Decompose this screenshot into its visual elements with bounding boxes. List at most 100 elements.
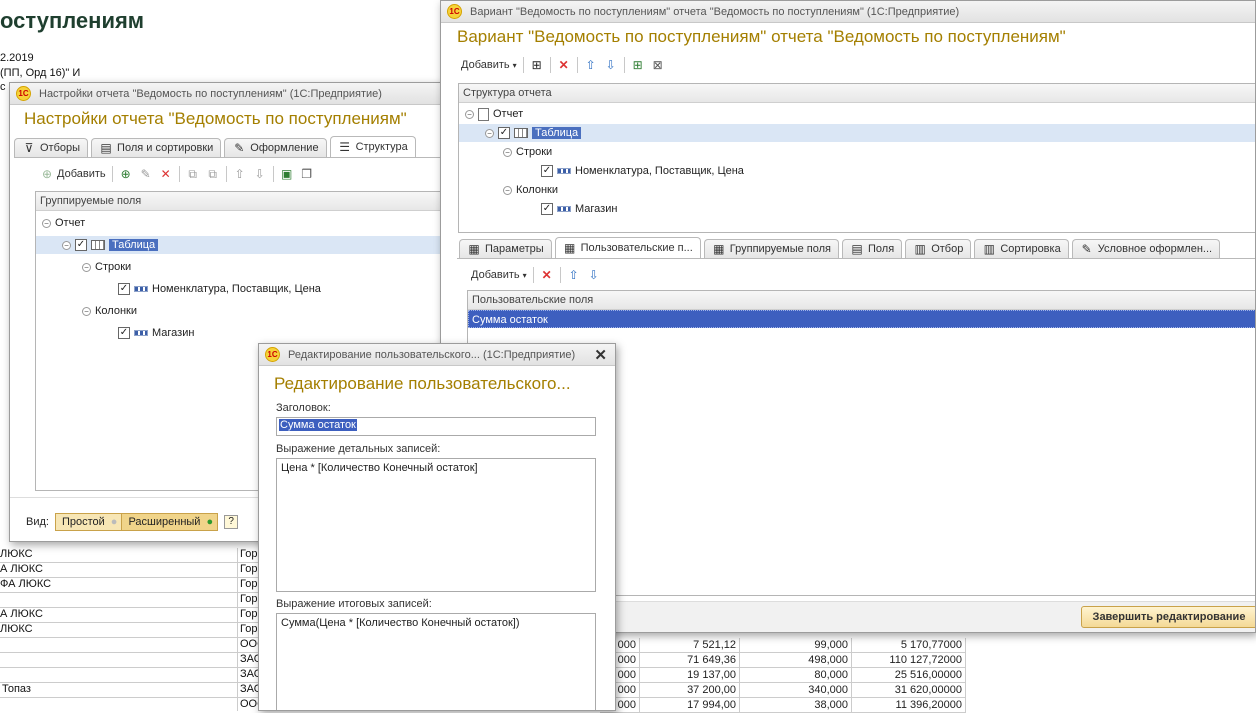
tab-structure[interactable]: ☰ Структура (329, 136, 416, 157)
tree-node-columns[interactable]: − Колонки (82, 302, 137, 320)
tree-node-report[interactable]: − Отчет (42, 214, 85, 232)
move-up-icon[interactable]: ⇧ (567, 268, 581, 282)
group-icon[interactable]: ⧉ (186, 167, 200, 181)
help-button[interactable]: ? (224, 515, 239, 529)
rows-fields-checkbox[interactable]: ✓ (541, 165, 553, 177)
fields-icon (134, 330, 148, 336)
tree-node-report[interactable]: − Отчет (465, 105, 523, 123)
table-checkbox[interactable]: ✓ (498, 127, 510, 139)
view-simple-button[interactable]: Простой ● (54, 513, 123, 531)
move-down-icon[interactable]: ⇩ (587, 268, 601, 282)
delete-icon[interactable]: ✕ (557, 58, 571, 72)
report-date: 2.2019 (0, 52, 34, 64)
report-cell: 37 200,00 (640, 683, 740, 698)
tab-conditional-appearance[interactable]: ✎ Условное оформлен... (1071, 239, 1221, 258)
report-cell: 5 170,77000 (852, 638, 966, 653)
tree-node-rows-fields[interactable]: ✓ Номенклатура, Поставщик, Цена (118, 280, 321, 298)
collapse-toggle-icon[interactable]: − (503, 147, 512, 157)
report-cell: Гор (240, 623, 258, 635)
dialog-titlebar-text: Редактирование пользовательского... (1С:… (288, 348, 576, 361)
collapse-toggle-icon[interactable]: − (465, 109, 474, 119)
tree-node-rows-fields[interactable]: ✓ Номенклатура, Поставщик, Цена (541, 162, 744, 180)
add-group-icon[interactable]: ⊕ (119, 167, 133, 181)
tree-node-columns-label: Колонки (95, 305, 137, 317)
tree-node-table[interactable]: − ✓ Таблица (459, 124, 1255, 142)
variant-titlebar[interactable]: 1С Вариант "Ведомость по поступлениям" о… (441, 1, 1255, 23)
report-cell: ФА ЛЮКС (0, 578, 52, 590)
tab-appearance[interactable]: ✎ Оформление (224, 138, 327, 157)
report-cell: Гор (240, 593, 258, 605)
report-cell: Гор (240, 548, 258, 560)
move-down-icon[interactable]: ⇩ (253, 167, 267, 181)
tree-node-table[interactable]: − ✓ Таблица (36, 236, 448, 254)
tree-node-table-label: Таблица (109, 239, 159, 251)
columns-fields-checkbox[interactable]: ✓ (541, 203, 553, 215)
view-extended-dot-icon: ● (206, 516, 214, 528)
collapse-toggle-icon[interactable]: − (485, 128, 494, 138)
detail-expression-textarea[interactable]: Цена * [Количество Конечный остаток] (276, 458, 596, 592)
settings-add-button[interactable]: ⊕ Добавить (40, 167, 106, 181)
delete-icon[interactable]: ✕ (540, 268, 554, 282)
view-label: Вид: (26, 516, 49, 528)
user-fields-header: Пользовательские поля (468, 291, 1255, 310)
table-structure-icon[interactable]: ⊞ (530, 58, 544, 72)
tab-filters[interactable]: ⊽ Отборы (14, 138, 89, 157)
finish-editing-button[interactable]: Завершить редактирование (1081, 606, 1255, 628)
move-down-icon[interactable]: ⇩ (604, 58, 618, 72)
variant-tabs: ▦ Параметры ▦ Пользовательские п... ▦ Групп… (455, 236, 1255, 258)
columns-fields-checkbox[interactable]: ✓ (118, 327, 130, 339)
tab-fields-sorting[interactable]: ▤ Поля и сортировки (91, 138, 222, 157)
fields-icon: ▤ (100, 141, 112, 155)
expand-icon[interactable]: ⊞ (631, 58, 645, 72)
collapse-toggle-icon[interactable]: − (42, 218, 51, 228)
variant-titlebar-text: Вариант "Ведомость по поступлениям" отче… (470, 5, 960, 18)
tab-filter[interactable]: ▥ Отбор (905, 239, 972, 258)
collapse-icon[interactable]: ⊠ (651, 58, 665, 72)
filter-icon: ▥ (914, 242, 926, 256)
expand-icon[interactable]: ▣ (280, 167, 294, 181)
ungroup-icon[interactable]: ⧉ (206, 167, 220, 181)
tab-user-fields[interactable]: ▦ Пользовательские п... (554, 237, 701, 258)
tree-node-rows[interactable]: − Строки (503, 143, 552, 161)
tree-node-columns-fields[interactable]: ✓ Магазин (118, 324, 194, 342)
tree-node-columns[interactable]: − Колонки (503, 181, 558, 199)
tab-grouping-fields[interactable]: ▦ Группируемые поля (703, 239, 840, 258)
rows-fields-checkbox[interactable]: ✓ (118, 283, 130, 295)
app-logo-icon: 1С (265, 347, 280, 362)
user-field-row[interactable]: Сумма остаток (468, 310, 1255, 328)
tree-node-columns-fields-label: Магазин (152, 327, 195, 339)
settings-titlebar[interactable]: 1С Настройки отчета "Ведомость по поступ… (10, 83, 448, 105)
total-expression-textarea[interactable]: Сумма(Цена * [Количество Конечный остато… (276, 613, 596, 710)
delete-icon[interactable]: ✕ (159, 167, 173, 181)
view-extended-button[interactable]: Расширенный ● (121, 513, 219, 531)
variant-add-button[interactable]: Добавить ▾ (461, 59, 517, 71)
collapse-toggle-icon[interactable]: − (82, 306, 91, 316)
user-fields-add-button[interactable]: Добавить ▾ (471, 269, 527, 281)
tab-sorting[interactable]: ▥ Сортировка (974, 239, 1069, 258)
report-cell: Топаз (2, 683, 31, 695)
tab-fields[interactable]: ▤ Поля (842, 239, 903, 258)
tab-parameters[interactable]: ▦ Параметры (459, 239, 552, 258)
move-up-icon[interactable]: ⇧ (584, 58, 598, 72)
collapse-toggle-icon[interactable]: − (82, 262, 91, 272)
brush-icon: ✎ (1081, 242, 1092, 256)
report-filter: (ПП, Орд 16)" И (0, 67, 81, 79)
move-up-icon[interactable]: ⇧ (233, 167, 247, 181)
dialog-titlebar[interactable]: 1С Редактирование пользовательского... (… (259, 344, 615, 366)
document-icon (478, 107, 489, 121)
edit-icon[interactable]: ✎ (139, 167, 153, 181)
user-fields-icon: ▦ (563, 241, 576, 255)
close-icon[interactable]: ✕ (594, 346, 607, 364)
report-cell: 71 649,36 (640, 653, 740, 668)
filter-icon: ⊽ (24, 141, 34, 155)
tree-node-rows[interactable]: − Строки (82, 258, 131, 276)
caption-input[interactable]: Сумма остаток (276, 417, 596, 436)
variant-structure-panel: Структура отчета − Отчет − ✓ Таблица − С… (458, 83, 1255, 233)
collapse-icon[interactable]: ❐ (300, 167, 314, 181)
collapse-toggle-icon[interactable]: − (503, 185, 512, 195)
table-checkbox[interactable]: ✓ (75, 239, 87, 251)
tree-node-columns-fields[interactable]: ✓ Магазин (541, 200, 617, 218)
tab-fields-label: Поля (868, 243, 895, 255)
total-expression-label: Выражение итоговых записей: (276, 598, 432, 610)
collapse-toggle-icon[interactable]: − (62, 240, 71, 250)
